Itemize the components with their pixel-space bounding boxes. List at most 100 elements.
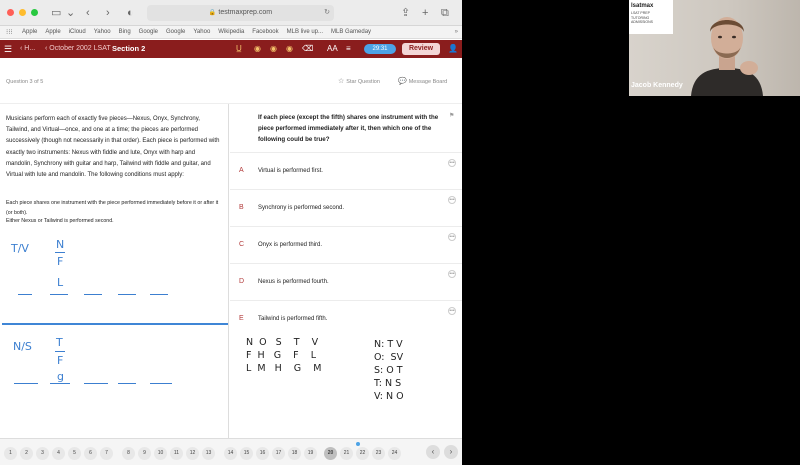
star-question-button[interactable]: ☆ Star Question <box>338 77 380 85</box>
grid-icon[interactable]: ⁝⁝⁝ <box>6 26 13 38</box>
previous-button[interactable]: ‹ <box>426 445 440 459</box>
answer-choice-d[interactable]: D Nexus is performed fourth. ••• <box>230 263 462 300</box>
page-button-14[interactable]: 14 <box>224 447 237 460</box>
bookmark-item[interactable]: Wikipedia <box>218 29 244 35</box>
choice-letter: C <box>239 241 245 248</box>
bookmark-item[interactable]: Google <box>166 29 185 35</box>
page-button-22[interactable]: 22 <box>356 447 369 460</box>
question-pane: If each piece (except the fifth) shares … <box>230 104 462 438</box>
strike-icon[interactable]: ••• <box>448 233 456 241</box>
question-count: Question 3 of 5 <box>6 79 44 85</box>
close-window-button[interactable] <box>7 9 14 16</box>
answer-choice-a[interactable]: A Virtual is performed first. ••• <box>230 152 462 189</box>
bookmark-item[interactable]: Apple <box>22 29 37 35</box>
share-icon[interactable]: ⇪ <box>401 5 410 21</box>
choice-letter: E <box>239 315 244 322</box>
bookmark-item[interactable]: MLB Gameday <box>331 29 371 35</box>
star-icon: ☆ <box>338 78 345 85</box>
list-icon[interactable]: ≡ <box>346 40 351 58</box>
page-button-9[interactable]: 9 <box>138 447 151 460</box>
page-button-12[interactable]: 12 <box>186 447 199 460</box>
slot-line-5 <box>150 294 168 295</box>
choice-letter: D <box>239 278 245 285</box>
underline-icon[interactable]: U̲ <box>236 40 242 58</box>
message-board-button[interactable]: 💬 Message Board <box>398 77 447 85</box>
slot-line-3 <box>84 294 102 295</box>
bookmark-item[interactable]: iCloud <box>69 29 86 35</box>
back-arrow-icon[interactable]: ‹ <box>86 5 90 21</box>
back-link[interactable]: ‹ H... <box>20 40 35 58</box>
flag-icon[interactable]: ⚑ <box>449 112 454 119</box>
page-button-13[interactable]: 13 <box>202 447 215 460</box>
page-button-10[interactable]: 10 <box>154 447 167 460</box>
page-button-19[interactable]: 19 <box>304 447 317 460</box>
user-icon[interactable]: 👤 <box>448 40 458 58</box>
highlight-orange-icon[interactable]: ◉ <box>270 40 277 58</box>
page-button-11[interactable]: 11 <box>170 447 183 460</box>
chevron-down-icon[interactable]: ⌄ <box>66 5 75 21</box>
passage-text: Musicians perform each of exactly five p… <box>6 116 220 179</box>
tab-overview-icon[interactable]: ⧉ <box>441 5 449 21</box>
bookmarks-list: Apple Apple iCloud Yahoo Bing Google Google Yah… <box>22 26 379 38</box>
page-button-5[interactable]: 5 <box>68 447 81 460</box>
bookmark-item[interactable]: Yahoo <box>193 29 210 35</box>
more-bookmarks-icon[interactable]: » <box>455 26 458 38</box>
page-button-7[interactable]: 7 <box>100 447 113 460</box>
page-button-15[interactable]: 15 <box>240 447 253 460</box>
strike-icon[interactable]: ••• <box>448 196 456 204</box>
minimize-window-button[interactable] <box>19 9 26 16</box>
font-size-icon[interactable]: AA <box>327 40 338 58</box>
page-button-1[interactable]: 1 <box>4 447 17 460</box>
page-button-16[interactable]: 16 <box>256 447 269 460</box>
page-button-20[interactable]: 20 <box>324 447 337 460</box>
bookmark-item[interactable]: Facebook <box>252 29 278 35</box>
strike-icon[interactable]: ••• <box>448 270 456 278</box>
lsat-header: ☰ ‹ H... ‹ October 2002 LSAT Section 2 U… <box>0 40 462 58</box>
hamburger-menu-icon[interactable]: ☰ <box>4 40 12 58</box>
strike-icon[interactable]: ••• <box>448 307 456 315</box>
page-button-21[interactable]: 21 <box>340 447 353 460</box>
answer-choice-e[interactable]: E Tailwind is performed fifth. ••• <box>230 300 462 337</box>
sketch-divider <box>2 323 228 325</box>
new-tab-icon[interactable]: + <box>422 5 428 21</box>
bookmark-item[interactable]: Yahoo <box>94 29 111 35</box>
presenter-name: Jacob Kennedy <box>631 82 683 89</box>
address-bar[interactable]: 🔒 testmaxprep.com ↻ <box>147 5 334 21</box>
next-button[interactable]: › <box>444 445 458 459</box>
reload-icon[interactable]: ↻ <box>324 5 330 21</box>
message-board-label: Message Board <box>408 79 448 85</box>
highlight-yellow-icon[interactable]: ◉ <box>254 40 261 58</box>
prep-test-link[interactable]: ‹ October 2002 LSAT <box>45 40 111 58</box>
bookmark-item[interactable]: Bing <box>119 29 131 35</box>
slot-line-5 <box>150 383 172 384</box>
sketch-top-stack-3: L <box>57 276 64 289</box>
shield-icon[interactable]: ◐ <box>127 5 134 21</box>
bookmark-item[interactable]: MLB live up... <box>287 29 323 35</box>
page-button-24[interactable]: 24 <box>388 447 401 460</box>
page-button-8[interactable]: 8 <box>122 447 135 460</box>
highlight-pink-icon[interactable]: ◉ <box>286 40 293 58</box>
page-button-18[interactable]: 18 <box>288 447 301 460</box>
bookmark-item[interactable]: Apple <box>45 29 60 35</box>
bookmark-item[interactable]: Google <box>139 29 158 35</box>
page-button-6[interactable]: 6 <box>84 447 97 460</box>
page-button-3[interactable]: 3 <box>36 447 49 460</box>
strike-icon[interactable]: ••• <box>448 159 456 167</box>
timer[interactable]: 29:31 <box>364 44 396 54</box>
choice-text: Onyx is performed third. <box>258 242 323 248</box>
forward-arrow-icon[interactable]: › <box>106 5 110 21</box>
page-button-23[interactable]: 23 <box>372 447 385 460</box>
zoom-window-button[interactable] <box>31 9 38 16</box>
choice-letter: B <box>239 204 244 211</box>
answer-choice-b[interactable]: B Synchrony is performed second. ••• <box>230 189 462 226</box>
presenter-image <box>691 17 763 96</box>
page-button-17[interactable]: 17 <box>272 447 285 460</box>
sketch-bottom-label: N/S <box>13 340 32 353</box>
pair-note-2: O: SV <box>374 352 404 363</box>
answer-choice-c[interactable]: C Onyx is performed third. ••• <box>230 226 462 263</box>
page-button-4[interactable]: 4 <box>52 447 65 460</box>
eraser-icon[interactable]: ⌫ <box>302 40 313 58</box>
page-button-2[interactable]: 2 <box>20 447 33 460</box>
review-button[interactable]: Review <box>402 43 440 55</box>
sidebar-icon[interactable]: ▭ <box>51 5 61 21</box>
